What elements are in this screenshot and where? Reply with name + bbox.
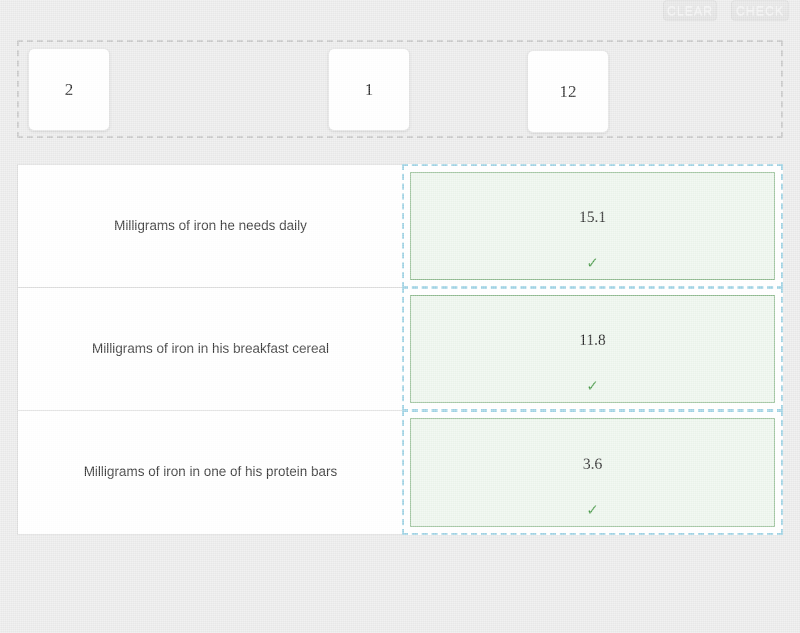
clear-button[interactable]: CLEAR bbox=[663, 0, 717, 21]
action-bar: CLEAR CHECK bbox=[0, 0, 800, 22]
answer-value: 11.8 bbox=[579, 332, 606, 349]
answer-box[interactable]: 15.1 ✓ bbox=[410, 172, 775, 280]
table-row: Milligrams of iron in one of his protein… bbox=[18, 410, 783, 535]
drop-zone[interactable]: 3.6 ✓ bbox=[402, 410, 783, 535]
answer-cell: 11.8 ✓ bbox=[402, 287, 783, 411]
check-icon: ✓ bbox=[586, 255, 599, 272]
table-row: Milligrams of iron he needs daily 15.1 ✓ bbox=[18, 164, 783, 288]
answer-value: 15.1 bbox=[578, 209, 607, 226]
prompt-label: Milligrams of iron he needs daily bbox=[114, 217, 307, 233]
check-icon: ✓ bbox=[586, 502, 599, 519]
check-icon: ✓ bbox=[586, 378, 599, 395]
match-table: Milligrams of iron he needs daily 15.1 ✓… bbox=[17, 164, 783, 535]
check-button[interactable]: CHECK bbox=[731, 0, 789, 21]
answer-cell: 3.6 ✓ bbox=[402, 410, 783, 535]
drop-zone[interactable]: 11.8 ✓ bbox=[402, 287, 783, 411]
draggable-tile[interactable]: 2 bbox=[28, 48, 110, 131]
prompt-label: Milligrams of iron in his breakfast cere… bbox=[91, 340, 330, 356]
answer-box[interactable]: 3.6 ✓ bbox=[410, 418, 775, 527]
prompt-label: Milligrams of iron in one of his protein… bbox=[83, 464, 338, 480]
table-row: Milligrams of iron in his breakfast cere… bbox=[18, 287, 783, 411]
draggable-tile[interactable]: 1 bbox=[328, 48, 410, 131]
answer-value: 3.6 bbox=[582, 455, 603, 473]
draggable-tile[interactable]: 12 bbox=[527, 50, 609, 133]
drop-zone[interactable]: 15.1 ✓ bbox=[402, 164, 783, 288]
answer-box[interactable]: 11.8 ✓ bbox=[410, 295, 775, 403]
answer-cell: 15.1 ✓ bbox=[402, 164, 783, 288]
